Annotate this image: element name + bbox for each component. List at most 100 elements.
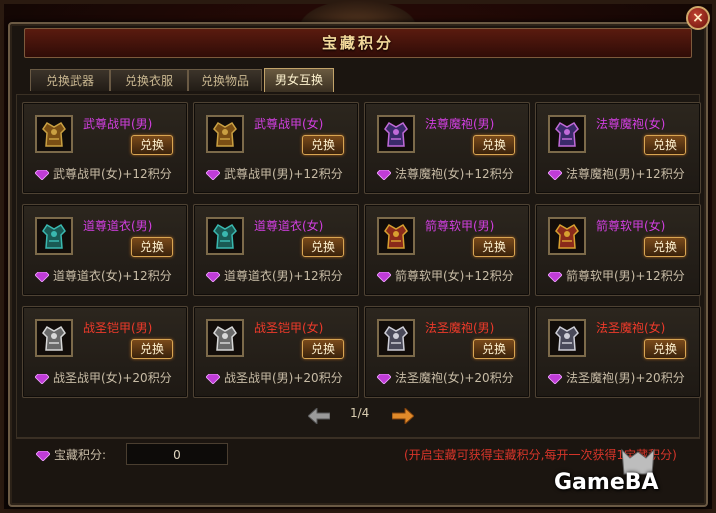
exchange-button[interactable]: 兑换	[644, 135, 686, 155]
item-cost-text: 战圣战甲(男)+20积分	[224, 371, 343, 385]
item-cost-text: 法圣魔袍(男)+20积分	[566, 371, 685, 385]
item-card: 武尊战甲(男) 兑换武尊战甲(女)+12积分	[22, 102, 188, 194]
item-card: 战圣铠甲(男) 兑换战圣战甲(女)+20积分	[22, 306, 188, 398]
item-cost-text: 法尊魔袍(女)+12积分	[395, 167, 514, 181]
divider	[16, 438, 700, 439]
exchange-button[interactable]: 兑换	[302, 135, 344, 155]
points-value: 0	[126, 443, 228, 465]
robe-purple-icon[interactable]	[377, 115, 415, 153]
item-name: 法尊魔袍(女)	[596, 117, 666, 131]
item-card: 法尊魔袍(男) 兑换法尊魔袍(女)+12积分	[364, 102, 530, 194]
gem-icon	[377, 271, 391, 282]
robe-silver-icon[interactable]	[548, 319, 586, 357]
armor-silver-icon[interactable]	[206, 319, 244, 357]
robe-purple-icon[interactable]	[548, 115, 586, 153]
item-cost-text: 武尊战甲(男)+12积分	[224, 167, 343, 181]
exchange-button[interactable]: 兑换	[644, 237, 686, 257]
item-name: 法尊魔袍(男)	[425, 117, 495, 131]
points-label: 宝藏积分:	[36, 446, 106, 463]
item-cost-text: 武尊战甲(女)+12积分	[53, 167, 172, 181]
robe-teal-icon[interactable]	[206, 217, 244, 255]
gem-icon	[548, 373, 562, 384]
armor-red-icon[interactable]	[377, 217, 415, 255]
gem-icon	[548, 169, 562, 180]
gem-icon	[35, 169, 49, 180]
exchange-button[interactable]: 兑换	[131, 237, 173, 257]
page-indicator: 1/4	[350, 406, 370, 420]
window-title: 宝藏积分	[321, 34, 394, 52]
item-card: 箭尊软甲(男) 兑换箭尊软甲(女)+12积分	[364, 204, 530, 296]
item-card: 法圣魔袍(女) 兑换法圣魔袍(男)+20积分	[535, 306, 701, 398]
robe-teal-icon[interactable]	[35, 217, 73, 255]
watermark-text: GameBA	[554, 470, 659, 495]
item-name: 道尊道衣(男)	[83, 219, 153, 233]
item-cost: 道尊道衣(女)+12积分	[35, 267, 172, 284]
gem-icon	[377, 169, 391, 180]
item-cost: 道尊道衣(男)+12积分	[206, 267, 343, 284]
title-bar: 宝藏积分	[24, 28, 692, 58]
item-card: 箭尊软甲(女) 兑换箭尊软甲(男)+12积分	[535, 204, 701, 296]
exchange-button[interactable]: 兑换	[644, 339, 686, 359]
item-card: 道尊道衣(男) 兑换道尊道衣(女)+12积分	[22, 204, 188, 296]
prev-page-arrow-icon[interactable]	[307, 406, 331, 426]
item-cost: 战圣战甲(男)+20积分	[206, 369, 343, 386]
exchange-button[interactable]: 兑换	[131, 135, 173, 155]
exchange-button[interactable]: 兑换	[473, 135, 515, 155]
gem-icon	[548, 271, 562, 282]
item-name: 战圣铠甲(女)	[254, 321, 324, 335]
item-name: 箭尊软甲(男)	[425, 219, 495, 233]
gem-icon	[206, 373, 220, 384]
points-label-text: 宝藏积分:	[54, 448, 107, 462]
close-button[interactable]: ×	[686, 6, 710, 30]
gem-icon	[377, 373, 391, 384]
tab-gender-swap[interactable]: 男女互换	[264, 68, 334, 92]
item-card: 法尊魔袍(女) 兑换法尊魔袍(男)+12积分	[535, 102, 701, 194]
tab-items[interactable]: 兑换物品	[188, 69, 262, 91]
item-card: 法圣魔袍(男) 兑换法圣魔袍(女)+20积分	[364, 306, 530, 398]
item-cost: 箭尊软甲(女)+12积分	[377, 267, 514, 284]
item-name: 战圣铠甲(男)	[83, 321, 153, 335]
armor-red-icon[interactable]	[548, 217, 586, 255]
tab-weapons[interactable]: 兑换武器	[30, 69, 110, 91]
armor-gold-icon[interactable]	[35, 115, 73, 153]
item-cost: 法圣魔袍(男)+20积分	[548, 369, 685, 386]
robe-silver-icon[interactable]	[377, 319, 415, 357]
gem-icon	[206, 169, 220, 180]
item-cost-text: 法圣魔袍(女)+20积分	[395, 371, 514, 385]
armor-silver-icon[interactable]	[35, 319, 73, 357]
item-cost-text: 箭尊软甲(男)+12积分	[566, 269, 685, 283]
exchange-button[interactable]: 兑换	[473, 237, 515, 257]
item-cost: 战圣战甲(女)+20积分	[35, 369, 172, 386]
item-cost-text: 道尊道衣(男)+12积分	[224, 269, 343, 283]
item-card: 武尊战甲(女) 兑换武尊战甲(男)+12积分	[193, 102, 359, 194]
item-cost: 法尊魔袍(男)+12积分	[548, 165, 685, 182]
tab-clothes[interactable]: 兑换衣服	[110, 69, 188, 91]
item-card: 战圣铠甲(女) 兑换战圣战甲(男)+20积分	[193, 306, 359, 398]
next-page-arrow-icon[interactable]	[391, 406, 415, 426]
item-cost-text: 箭尊软甲(女)+12积分	[395, 269, 514, 283]
gem-icon	[206, 271, 220, 282]
gem-icon	[35, 271, 49, 282]
gem-icon	[35, 373, 49, 384]
item-cost-text: 道尊道衣(女)+12积分	[53, 269, 172, 283]
item-cost-text: 战圣战甲(女)+20积分	[53, 371, 172, 385]
exchange-button[interactable]: 兑换	[302, 237, 344, 257]
item-cost: 法圣魔袍(女)+20积分	[377, 369, 514, 386]
item-name: 道尊道衣(女)	[254, 219, 324, 233]
gem-icon	[36, 450, 50, 461]
item-cost-text: 法尊魔袍(男)+12积分	[566, 167, 685, 181]
item-cost: 武尊战甲(男)+12积分	[206, 165, 343, 182]
item-name: 武尊战甲(男)	[83, 117, 153, 131]
item-cost: 箭尊软甲(男)+12积分	[548, 267, 685, 284]
item-name: 法圣魔袍(女)	[596, 321, 666, 335]
item-name: 箭尊软甲(女)	[596, 219, 666, 233]
item-card: 道尊道衣(女) 兑换道尊道衣(男)+12积分	[193, 204, 359, 296]
exchange-button[interactable]: 兑换	[473, 339, 515, 359]
item-cost: 法尊魔袍(女)+12积分	[377, 165, 514, 182]
item-name: 法圣魔袍(男)	[425, 321, 495, 335]
item-cost: 武尊战甲(女)+12积分	[35, 165, 172, 182]
armor-gold-icon[interactable]	[206, 115, 244, 153]
exchange-button[interactable]: 兑换	[302, 339, 344, 359]
exchange-button[interactable]: 兑换	[131, 339, 173, 359]
item-name: 武尊战甲(女)	[254, 117, 324, 131]
